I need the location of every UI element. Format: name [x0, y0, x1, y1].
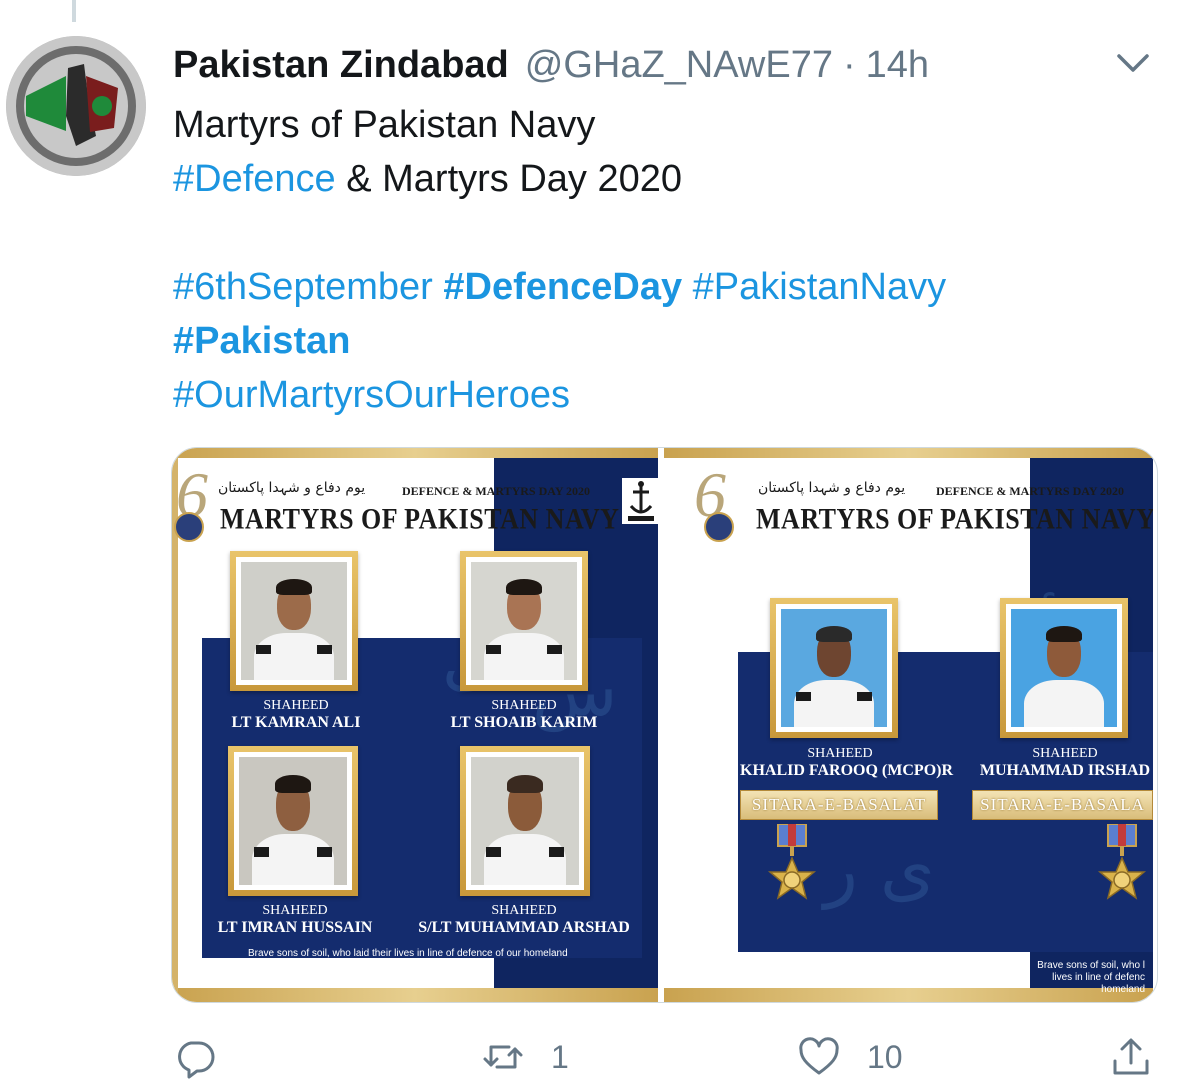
navy-crest-icon: [622, 478, 658, 524]
poster-footer-text: Brave sons of soil, who l lives in line …: [1005, 960, 1145, 996]
martyr-name: S/LT MUHAMMAD ARSHAD: [418, 919, 630, 936]
avatar-image: [6, 36, 146, 176]
urdu-heading: یوم دفاع و شہدا پاکستان: [218, 480, 366, 496]
poster-title: MARTYRS OF PAKISTAN NAVY: [756, 502, 1153, 536]
like-button[interactable]: 10: [797, 1030, 903, 1084]
separator-dot: ·: [842, 43, 856, 86]
tweet-text: Martyrs of Pakistan Navy #Defence & Mart…: [173, 98, 1173, 422]
martyr-prefix: SHAHEED: [491, 698, 557, 713]
martyr-name: LT KAMRAN ALI: [231, 714, 361, 731]
media-grid: ؤ ش ی 6 یوم دفاع و شہدا پاکستان DEFENCE …: [171, 447, 1158, 1003]
reply-button[interactable]: [173, 1030, 243, 1084]
martyr-caption: SHAHEED KHALID FAROOQ (MCPO)R: [740, 746, 954, 780]
event-label: DEFENCE & MARTYRS DAY 2020: [402, 484, 591, 498]
medal-icon: [767, 824, 817, 900]
award-plate: SITARA-E-BASALA: [972, 790, 1153, 820]
tweet-header: Pakistan Zindabad @GHaZ_NAwE77 · 14h: [173, 40, 929, 90]
martyr-portrait: [228, 746, 358, 896]
martyr-caption: SHAHEED LT KAMRAN ALI: [206, 698, 386, 732]
poster-title: MARTYRS OF PAKISTAN NAVY: [220, 502, 620, 536]
martyr-prefix: SHAHEED: [263, 698, 329, 713]
avatar[interactable]: [6, 36, 146, 176]
timestamp[interactable]: 14h: [866, 44, 929, 87]
martyr-portrait: [230, 551, 358, 691]
urdu-heading: یوم دفاع و شہدا پاکستان: [758, 480, 906, 496]
medal-icon: [1097, 824, 1147, 900]
media-image-right[interactable]: ؤ ش ی ر 6 یوم دفاع و شہدا پاکستان DEFENC…: [664, 448, 1153, 1002]
martyr-caption: SHAHEED S/LT MUHAMMAD ARSHAD: [404, 903, 644, 937]
hashtag-link[interactable]: #Defence: [173, 158, 336, 200]
hashtag-link[interactable]: #6thSeptember: [173, 266, 433, 308]
award-plate: SITARA-E-BASALAT: [740, 790, 938, 820]
poster-footer-line: lives in line of defenc: [1052, 972, 1145, 983]
tweet-actions: 1 10: [173, 1030, 1163, 1084]
tweet-text-line: #Pakistan: [173, 314, 1173, 368]
poster-footer-line: homeland: [1101, 984, 1145, 995]
poster-footer-line: Brave sons of soil, who l: [1037, 960, 1145, 971]
martyr-caption: SHAHEED MUHAMMAD IRSHAD: [976, 746, 1153, 780]
thread-connector-line: [72, 0, 76, 22]
tweet-text-line: #Defence & Martyrs Day 2020: [173, 152, 1173, 206]
martyr-portrait: [770, 598, 898, 738]
hashtag-link[interactable]: #DefenceDay: [443, 266, 682, 308]
retweet-button[interactable]: 1: [481, 1030, 569, 1084]
navy-badge-icon: [704, 512, 734, 542]
martyr-name: LT SHOAIB KARIM: [450, 714, 598, 731]
martyr-prefix: SHAHEED: [491, 903, 557, 918]
martyr-prefix: SHAHEED: [807, 746, 873, 761]
tweet-text-line: #OurMartyrsOurHeroes: [173, 368, 1173, 422]
poster-border: [172, 448, 658, 458]
tweet-text-part: Martyrs of Pakistan Navy: [173, 104, 596, 146]
like-count: 10: [867, 1038, 903, 1075]
retweet-icon: [483, 1045, 523, 1069]
hashtag-link[interactable]: #OurMartyrsOurHeroes: [173, 374, 570, 416]
martyr-caption: SHAHEED LT SHOAIB KARIM: [434, 698, 614, 732]
tweet-text-line: Martyrs of Pakistan Navy: [173, 98, 1173, 152]
hashtag-link[interactable]: #PakistanNavy: [693, 266, 946, 308]
media-image-left[interactable]: ؤ ش ی 6 یوم دفاع و شہدا پاکستان DEFENCE …: [172, 448, 664, 1002]
share-icon: [1113, 1038, 1149, 1075]
martyr-prefix: SHAHEED: [1032, 746, 1098, 761]
tweet-text-line: #6thSeptember #DefenceDay #PakistanNavy: [173, 260, 1173, 314]
martyr-portrait: [460, 551, 588, 691]
user-handle[interactable]: @GHaZ_NAwE77: [525, 44, 833, 87]
calligraphy-decoration: ی ر: [824, 828, 935, 910]
martyr-name: MUHAMMAD IRSHAD: [979, 762, 1151, 779]
poster-border: [664, 448, 1153, 458]
hashtag-link[interactable]: #Pakistan: [173, 320, 350, 362]
retweet-count: 1: [551, 1038, 569, 1075]
event-label: DEFENCE & MARTYRS DAY 2020: [936, 484, 1125, 498]
like-icon: [799, 1037, 839, 1075]
martyr-prefix: SHAHEED: [262, 903, 328, 918]
poster-footer-text: Brave sons of soil, who laid their lives…: [248, 948, 568, 959]
martyr-portrait: [1000, 598, 1128, 738]
reply-icon: [178, 1041, 215, 1079]
martyr-caption: SHAHEED LT IMRAN HUSSAIN: [200, 903, 390, 937]
chevron-down-icon[interactable]: [1113, 48, 1153, 80]
share-button[interactable]: [1109, 1030, 1153, 1084]
martyr-name: KHALID FAROOQ (MCPO)R: [740, 762, 954, 779]
display-name[interactable]: Pakistan Zindabad: [173, 44, 509, 87]
tweet-text-part: & Martyrs Day 2020: [335, 158, 683, 200]
navy-badge-icon: [174, 512, 204, 542]
poster-border: [172, 988, 658, 1002]
martyr-portrait: [460, 746, 590, 896]
martyr-name: LT IMRAN HUSSAIN: [217, 919, 373, 936]
